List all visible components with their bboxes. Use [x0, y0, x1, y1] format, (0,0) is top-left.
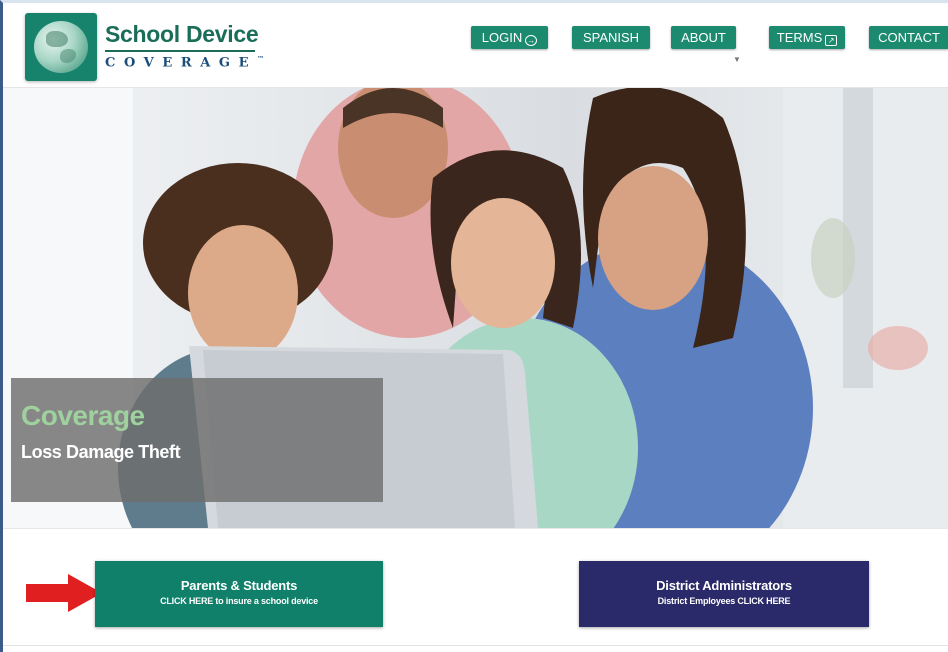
hero-banner: Coverage Loss Damage Theft	[3, 88, 948, 528]
nav-spanish-label: SPANISH	[582, 30, 640, 45]
brand-subtitle-text: COVERAGE	[105, 55, 258, 71]
nav-about-button[interactable]: ABOUT	[671, 26, 736, 49]
section-divider	[3, 645, 948, 646]
hero-caption-panel: Coverage Loss Damage Theft	[11, 378, 383, 502]
nav-contact-label: CONTACT	[878, 30, 940, 45]
nav-contact-button[interactable]: CONTACT	[869, 26, 948, 49]
parents-students-title: Parents & Students	[180, 578, 298, 593]
site-logo[interactable]	[25, 13, 97, 81]
nav-terms-label: TERMS	[776, 30, 823, 45]
cta-section: Parents & Students CLICK HERE to insure …	[3, 528, 948, 652]
nav-about-label: ABOUT	[681, 30, 726, 45]
parents-students-button[interactable]: Parents & Students CLICK HERE to insure …	[95, 561, 383, 627]
brand-divider	[105, 50, 255, 52]
brand-title: School Device	[105, 21, 259, 47]
district-administrators-button[interactable]: District Administrators District Employe…	[579, 561, 869, 627]
document-icon: ↗	[825, 35, 838, 46]
district-administrators-title: District Administrators	[656, 578, 792, 593]
red-arrow-icon	[26, 574, 102, 612]
trademark-mark: ™	[257, 54, 265, 63]
nav-spanish-button[interactable]: SPANISH	[572, 26, 650, 49]
hero-subtitle: Loss Damage Theft	[21, 442, 181, 462]
sign-in-icon: →	[525, 35, 538, 46]
hero-title: Coverage	[21, 400, 145, 431]
brand-subtitle: COVERAGE™	[105, 54, 264, 70]
nav-login-label: LOGIN	[481, 30, 523, 45]
nav-login-button[interactable]: LOGIN →	[471, 26, 548, 49]
parents-students-subtitle: CLICK HERE to insure a school device	[160, 596, 318, 606]
nav-terms-button[interactable]: TERMS ↗	[769, 26, 845, 49]
site-header: School Device COVERAGE™ LOGIN → SPANISH A…	[3, 3, 948, 88]
district-administrators-subtitle: District Employees CLICK HERE	[657, 596, 791, 606]
caret-down-icon[interactable]: ▼	[733, 55, 741, 64]
globe-icon	[34, 21, 88, 73]
